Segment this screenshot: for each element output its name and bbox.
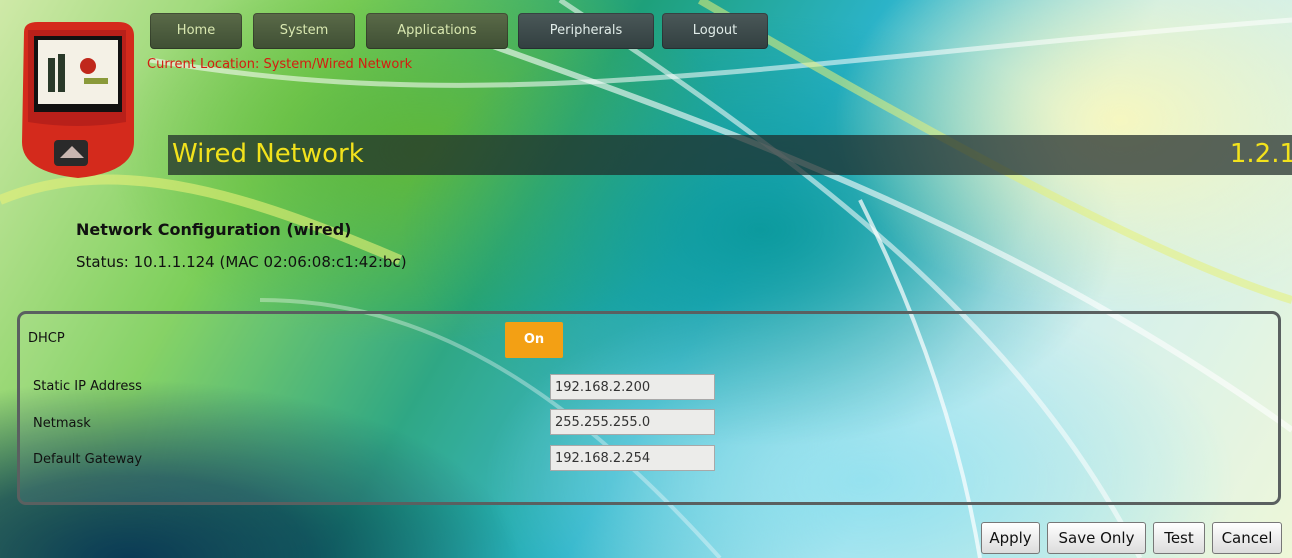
config-panel: [17, 311, 1281, 505]
version-label: 1.2.1: [1229, 139, 1292, 169]
page-title: Wired Network: [172, 139, 364, 169]
static-ip-label: Static IP Address: [33, 379, 142, 394]
nav-system[interactable]: System: [253, 13, 355, 49]
save-only-button[interactable]: Save Only: [1047, 522, 1146, 554]
test-button[interactable]: Test: [1153, 522, 1205, 554]
apply-button[interactable]: Apply: [981, 522, 1040, 554]
gateway-label: Default Gateway: [33, 452, 143, 467]
breadcrumb: Current Location: System/Wired Network: [147, 57, 413, 72]
cancel-button[interactable]: Cancel: [1212, 522, 1282, 554]
section-heading: Network Configuration (wired): [76, 220, 352, 239]
nav-peripherals[interactable]: Peripherals: [518, 13, 654, 49]
title-bar: Wired Network 1.2.1: [168, 135, 1292, 175]
kiosk-logo: [22, 22, 134, 178]
network-status: Status: 10.1.1.124 (MAC 02:06:08:c1:42:b…: [76, 253, 407, 271]
static-ip-field[interactable]: [550, 374, 715, 400]
nav-logout[interactable]: Logout: [662, 13, 768, 49]
netmask-label: Netmask: [33, 416, 91, 431]
dhcp-label: DHCP: [28, 331, 65, 346]
netmask-field[interactable]: [550, 409, 715, 435]
dhcp-toggle[interactable]: On: [505, 322, 563, 358]
gateway-field[interactable]: [550, 445, 715, 471]
nav-applications[interactable]: Applications: [366, 13, 508, 49]
nav-home[interactable]: Home: [150, 13, 242, 49]
